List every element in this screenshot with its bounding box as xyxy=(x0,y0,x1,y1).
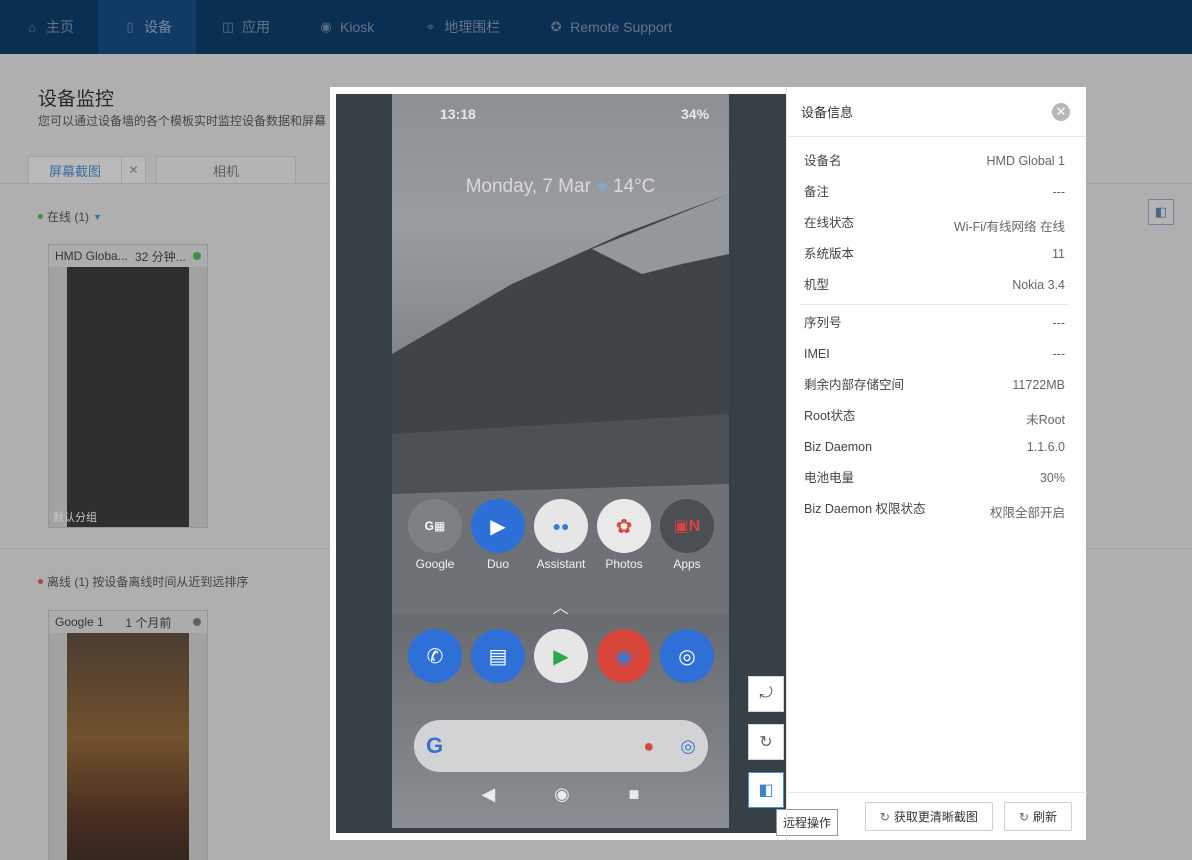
phone-call-icon: ✆ xyxy=(408,629,462,683)
info-value: --- xyxy=(1052,347,1066,361)
recents-icon[interactable]: ■ xyxy=(629,784,640,805)
info-value: Wi-Fi/有线网络 在线 xyxy=(953,220,1065,234)
info-row: IMEI --- xyxy=(804,342,1065,373)
app-label: Assistant xyxy=(536,557,586,571)
info-row: Biz Daemon 权限状态 权限全部开启 xyxy=(804,497,1065,528)
info-value: HMD Global 1 xyxy=(986,154,1066,168)
app-label: Apps xyxy=(673,557,701,571)
info-key: Biz Daemon xyxy=(804,440,873,454)
duo-icon: ▶ xyxy=(471,499,525,553)
info-key: 在线状态 xyxy=(804,216,855,230)
rotate-screen-icon[interactable]: ⤾ xyxy=(748,676,784,712)
screenshot-toolbar: ⤾ ↻ ◧ xyxy=(748,676,784,808)
app-duo[interactable]: ▶ Duo xyxy=(469,499,527,571)
clearer-screenshot-button[interactable]: ↻ 获取更清晰截图 xyxy=(864,802,993,831)
messages-icon: ▤ xyxy=(471,629,525,683)
info-row: 机型 Nokia 3.4 xyxy=(804,273,1065,304)
info-row: 序列号 --- xyxy=(804,311,1065,342)
info-panel-header: 设备信息 ✕ xyxy=(787,87,1086,137)
phone-time: 13:18 xyxy=(440,106,476,122)
info-key: Biz Daemon 权限状态 xyxy=(804,502,926,516)
info-panel-footer: ↻ 获取更清晰截图 ↻ 刷新 xyxy=(787,792,1087,840)
info-key: 设备名 xyxy=(804,154,842,168)
app-apps-folder[interactable]: ▣N Apps xyxy=(658,499,716,571)
divider xyxy=(800,304,1069,305)
app-label: Duo xyxy=(486,557,509,571)
home-button-icon[interactable]: ◉ xyxy=(554,784,570,805)
info-key: Root状态 xyxy=(804,409,856,423)
info-key: 序列号 xyxy=(804,316,842,330)
info-row: 备注 --- xyxy=(804,180,1065,211)
chrome-icon: ◉ xyxy=(597,629,651,683)
button-label: 刷新 xyxy=(1032,810,1057,824)
info-value: --- xyxy=(1052,185,1066,199)
refresh-screen-icon[interactable]: ↻ xyxy=(748,724,784,760)
dock-camera[interactable]: ◎ xyxy=(658,629,716,683)
app-drawer-chevron-icon[interactable]: ︿ xyxy=(392,594,729,618)
info-value: 11 xyxy=(1052,247,1065,261)
app-photos[interactable]: ✿ Photos xyxy=(595,499,653,571)
assistant-icon: ●● xyxy=(534,499,588,553)
info-value: 1.1.6.0 xyxy=(1026,440,1065,454)
remote-control-icon[interactable]: ◧ xyxy=(748,772,784,808)
info-value: --- xyxy=(1052,316,1066,330)
info-value: 未Root xyxy=(1026,413,1065,427)
dock-row: ✆ ▤ ▶ ◉ ◎ xyxy=(406,629,716,683)
info-key: 剩余内部存储空间 xyxy=(804,378,905,392)
refresh-icon: ↻ xyxy=(1018,809,1029,824)
info-key: 电池电量 xyxy=(804,471,855,485)
info-key: IMEI xyxy=(804,347,830,361)
android-nav-bar: ◀ ◉ ■ xyxy=(392,784,729,805)
refresh-icon: ↻ xyxy=(879,809,890,824)
phone-battery: 34% xyxy=(680,106,709,122)
app-label: Photos xyxy=(605,557,643,571)
phone-status-bar: 13:18 34% xyxy=(440,106,709,122)
camera-icon: ◎ xyxy=(660,629,714,683)
info-row: 设备名 HMD Global 1 xyxy=(804,149,1065,180)
device-screenshot: 13:18 34% Monday, 7 Mar ❄ 14°C G▦ Google xyxy=(392,94,729,828)
dock-phone[interactable]: ✆ xyxy=(406,629,464,683)
close-dialog-icon[interactable]: ✕ xyxy=(1052,102,1070,121)
app-assistant[interactable]: ●● Assistant xyxy=(532,499,590,571)
info-row: 在线状态 Wi-Fi/有线网络 在线 xyxy=(804,211,1065,242)
info-row: 剩余内部存储空间 11722MB xyxy=(804,373,1065,404)
info-panel-title: 设备信息 xyxy=(801,105,854,120)
apps-folder-icon: ▣N xyxy=(660,499,714,553)
lens-icon[interactable]: ◎ xyxy=(680,736,696,757)
app-google[interactable]: G▦ Google xyxy=(406,499,464,571)
dock-messages[interactable]: ▤ xyxy=(469,629,527,683)
screenshot-area: 13:18 34% Monday, 7 Mar ❄ 14°C G▦ Google xyxy=(336,94,786,833)
photos-icon: ✿ xyxy=(597,499,651,553)
app-row: G▦ Google ▶ Duo ●● Assistant ✿ Photos ▣N xyxy=(406,499,716,571)
google-search-bar[interactable]: G ● ◎ xyxy=(414,720,708,772)
info-key: 机型 xyxy=(804,278,830,292)
play-store-icon: ▶ xyxy=(534,629,588,683)
info-row: Root状态 未Root xyxy=(804,404,1065,435)
info-value: 30% xyxy=(1039,471,1065,485)
google-logo-icon: G xyxy=(426,733,444,758)
google-folder-icon: G▦ xyxy=(408,499,462,553)
microphone-icon[interactable]: ● xyxy=(643,736,654,757)
info-key: 备注 xyxy=(804,185,830,199)
dock-play-store[interactable]: ▶ xyxy=(532,629,590,683)
info-key: 系统版本 xyxy=(804,247,855,261)
info-row: Biz Daemon 1.1.6.0 xyxy=(804,435,1065,466)
device-detail-dialog: 13:18 34% Monday, 7 Mar ❄ 14°C G▦ Google xyxy=(330,87,1087,840)
info-value: 11722MB xyxy=(1012,378,1065,392)
info-rows: 设备名 HMD Global 1 备注 --- 在线状态 Wi-Fi/有线网络 在线 … xyxy=(787,137,1086,528)
info-row: 电池电量 30% xyxy=(804,466,1065,497)
app-label: Google xyxy=(415,557,455,571)
device-info-panel: 设备信息 ✕ 设备名 HMD Global 1 备注 --- 在线状态 Wi-Fi/有… xyxy=(786,87,1087,840)
refresh-button[interactable]: ↻ 刷新 xyxy=(1003,802,1072,831)
back-icon[interactable]: ◀ xyxy=(481,784,495,805)
info-value: Nokia 3.4 xyxy=(1012,278,1065,292)
info-row: 系统版本 11 xyxy=(804,242,1065,273)
dock-chrome[interactable]: ◉ xyxy=(595,629,653,683)
info-value: 权限全部开启 xyxy=(989,506,1065,520)
button-label: 获取更清晰截图 xyxy=(893,810,978,824)
